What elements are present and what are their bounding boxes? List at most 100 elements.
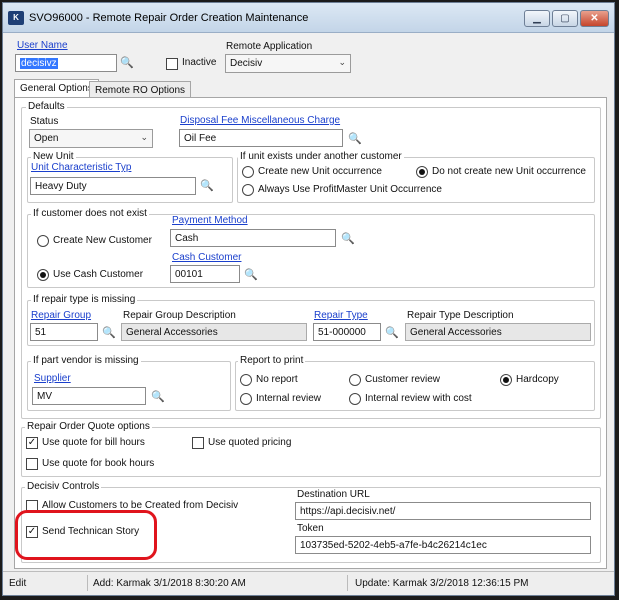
disposal-fee-input[interactable]: Oil Fee	[179, 129, 343, 147]
unit-characteristic-input[interactable]: Heavy Duty	[30, 177, 196, 195]
status-divider	[347, 575, 348, 591]
hardcopy-label: Hardcopy	[516, 374, 559, 385]
minimize-icon: ▁	[533, 13, 541, 24]
always-use-pm-unit-radio[interactable]	[242, 184, 254, 196]
create-new-customer-label: Create New Customer	[53, 235, 152, 246]
app-logo-icon: K	[8, 11, 24, 25]
internal-review-with-cost-radio[interactable]	[349, 393, 361, 405]
status-updated: Update: Karmak 3/2/2018 12:36:15 PM	[355, 578, 529, 589]
supplier-link[interactable]: Supplier	[34, 373, 71, 384]
quote-options-group-label: Repair Order Quote options	[25, 421, 152, 432]
window-title: SVO96000 - Remote Repair Order Creation …	[29, 12, 309, 24]
tab-label: Remote RO Options	[95, 85, 186, 96]
cash-customer-link[interactable]: Cash Customer	[172, 252, 241, 263]
repair-type-link[interactable]: Repair Type	[314, 310, 368, 321]
destination-url-input[interactable]: https://api.decisiv.net/	[295, 502, 591, 520]
use-cash-customer-label: Use Cash Customer	[53, 269, 144, 280]
repair-group-link[interactable]: Repair Group	[31, 310, 91, 321]
no-report-radio[interactable]	[240, 374, 252, 386]
maximize-button[interactable]: ▢	[552, 10, 578, 27]
payment-method-value: Cash	[175, 233, 199, 244]
book-hours-label: Use quote for book hours	[42, 458, 155, 469]
quoted-pricing-label: Use quoted pricing	[208, 437, 292, 448]
remote-application-label: Remote Application	[226, 41, 313, 52]
internal-review-with-cost-label: Internal review with cost	[365, 393, 472, 404]
remote-application-select[interactable]: Decisiv ⌄	[225, 54, 351, 73]
repair-group-input[interactable]: 51	[30, 323, 98, 341]
binoculars-icon[interactable]: 🔍	[151, 390, 165, 404]
remote-application-value: Decisiv	[230, 58, 263, 69]
cash-customer-value: 00101	[175, 269, 203, 280]
repair-group-description-field: General Accessories	[121, 323, 307, 341]
binoculars-icon[interactable]: 🔍	[385, 326, 399, 340]
do-not-create-unit-radio[interactable]	[416, 166, 428, 178]
book-hours-checkbox[interactable]	[26, 458, 38, 470]
user-name-input[interactable]: decisivz	[15, 54, 117, 72]
binoculars-icon[interactable]: 🔍	[244, 268, 258, 282]
repair-type-value: 51-000000	[318, 327, 366, 338]
hardcopy-radio[interactable]	[500, 374, 512, 386]
vendor-missing-group-label: If part vendor is missing	[31, 355, 141, 366]
unit-exists-group-label: If unit exists under another customer	[238, 151, 404, 162]
binoculars-icon[interactable]: 🔍	[341, 232, 355, 246]
payment-method-link[interactable]: Payment Method	[172, 215, 248, 226]
disposal-fee-link[interactable]: Disposal Fee Miscellaneous Charge	[180, 115, 340, 126]
use-cash-customer-radio[interactable]	[37, 269, 49, 281]
unit-characteristic-link[interactable]: Unit Characteristic Typ	[31, 162, 131, 173]
supplier-value: MV	[37, 391, 52, 402]
internal-review-radio[interactable]	[240, 393, 252, 405]
token-label: Token	[297, 523, 324, 534]
destination-url-label: Destination URL	[297, 489, 370, 500]
always-use-pm-unit-label: Always Use ProfitMaster Unit Occurrence	[258, 184, 442, 195]
bill-hours-label: Use quote for bill hours	[42, 437, 145, 448]
destination-url-value: https://api.decisiv.net/	[300, 506, 396, 517]
user-name-link[interactable]: User Name	[17, 40, 68, 51]
create-new-customer-radio[interactable]	[37, 235, 49, 247]
supplier-input[interactable]: MV	[32, 387, 146, 405]
cash-customer-input[interactable]: 00101	[170, 265, 240, 283]
repair-type-input[interactable]: 51-000000	[313, 323, 381, 341]
close-icon: ✕	[590, 13, 599, 24]
tab-general-options[interactable]: General Options	[14, 79, 99, 98]
chevron-down-icon: ⌄	[140, 132, 148, 142]
repair-group-description-value: General Accessories	[126, 327, 218, 338]
status-added: Add: Karmak 3/1/2018 8:30:20 AM	[93, 578, 246, 589]
close-button[interactable]: ✕	[580, 10, 609, 27]
inactive-checkbox[interactable]	[166, 58, 178, 70]
customer-review-label: Customer review	[365, 374, 441, 385]
new-unit-group-label: New Unit	[31, 151, 76, 162]
disposal-fee-value: Oil Fee	[184, 133, 217, 144]
minimize-button[interactable]: ▁	[524, 10, 550, 27]
binoculars-icon[interactable]: 🔍	[120, 56, 134, 70]
repair-group-value: 51	[35, 327, 47, 338]
repair-type-description-label: Repair Type Description	[407, 310, 514, 321]
customer-missing-group-label: If customer does not exist	[31, 208, 149, 219]
unit-exists-group	[237, 157, 595, 203]
user-name-value: decisivz	[20, 58, 58, 69]
binoculars-icon[interactable]: 🔍	[348, 132, 362, 146]
internal-review-label: Internal review	[256, 393, 322, 404]
defaults-group-label: Defaults	[26, 101, 67, 112]
token-input[interactable]: 103735ed-5202-4eb5-a7fe-b4c26214c1ec	[295, 536, 591, 554]
chevron-down-icon: ⌄	[338, 57, 346, 67]
status-select[interactable]: Open ⌄	[29, 129, 153, 148]
quote-options-group	[21, 427, 601, 477]
create-new-unit-radio[interactable]	[242, 166, 254, 178]
repair-group-description-label: Repair Group Description	[123, 310, 236, 321]
highlight-box	[15, 510, 157, 560]
checkmark-icon: ✓	[27, 437, 37, 448]
status-value: Open	[34, 133, 59, 144]
bill-hours-checkbox[interactable]: ✓	[26, 437, 38, 449]
payment-method-input[interactable]: Cash	[170, 229, 336, 247]
no-report-label: No report	[256, 374, 298, 385]
binoculars-icon[interactable]: 🔍	[102, 326, 116, 340]
customer-review-radio[interactable]	[349, 374, 361, 386]
title-bar[interactable]: K SVO96000 - Remote Repair Order Creatio…	[3, 3, 614, 33]
decisiv-controls-group-label: Decisiv Controls	[25, 481, 102, 492]
status-label: Status	[30, 116, 59, 127]
quoted-pricing-checkbox[interactable]	[192, 437, 204, 449]
status-mode: Edit	[9, 578, 27, 589]
status-divider	[87, 575, 88, 591]
unit-characteristic-value: Heavy Duty	[35, 181, 87, 192]
binoculars-icon[interactable]: 🔍	[200, 179, 214, 193]
